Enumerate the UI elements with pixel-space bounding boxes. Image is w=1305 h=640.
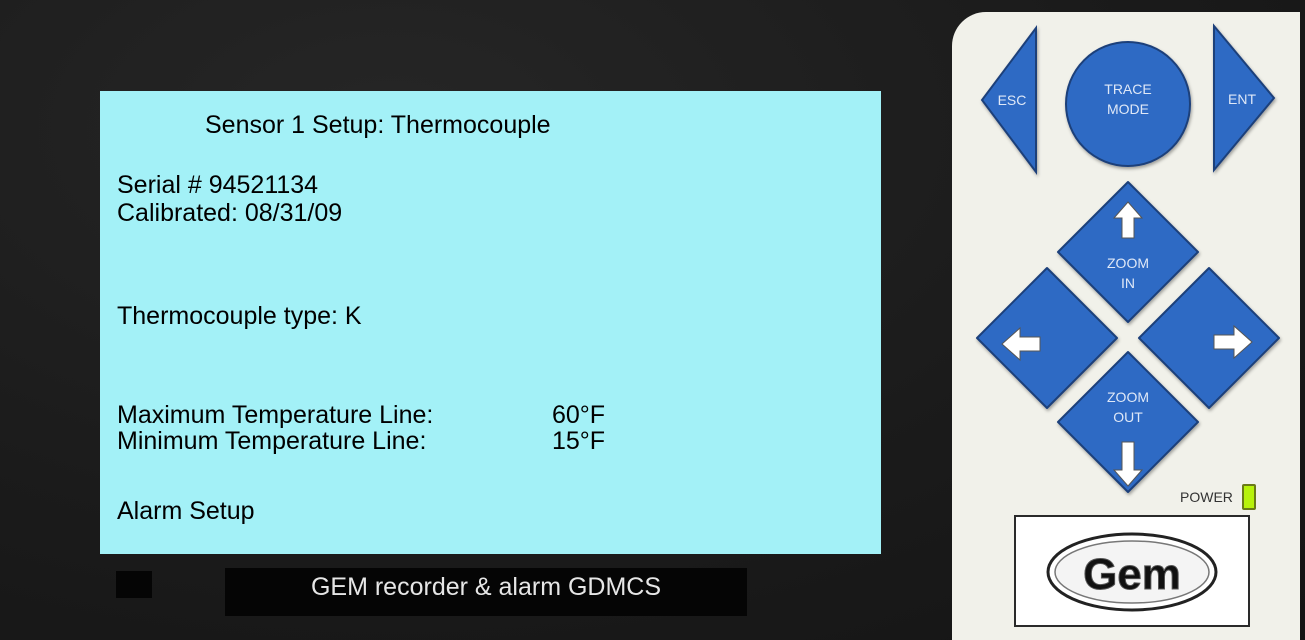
- max-temperature-value: 60°F: [552, 401, 606, 429]
- calibrated-date: Calibrated: 08/31/09: [117, 199, 343, 227]
- ent-label: ENT: [1228, 91, 1256, 107]
- device-model-label: GEM recorder & alarm GDMCS: [225, 568, 747, 616]
- zoom-in-label-line2: IN: [1121, 275, 1135, 291]
- ent-button[interactable]: ENT: [1213, 23, 1276, 173]
- gem-logo: Gem: [1046, 532, 1218, 612]
- trace-mode-button[interactable]: TRACE MODE: [1065, 41, 1191, 167]
- zoom-out-label-line1: ZOOM: [1107, 389, 1149, 405]
- min-temperature-label: Minimum Temperature Line:: [117, 427, 427, 455]
- esc-label: ESC: [998, 92, 1027, 108]
- alarm-setup-item[interactable]: Alarm Setup: [117, 498, 255, 524]
- keypad-panel: ESC TRACE MODE ENT ZOOM IN ZOOM OUT POWE…: [952, 12, 1300, 640]
- min-temperature-value: 15°F: [552, 427, 606, 455]
- trace-mode-label-line2: MODE: [1107, 101, 1149, 117]
- esc-button[interactable]: ESC: [980, 25, 1037, 175]
- serial-number: Serial # 94521134: [117, 171, 319, 199]
- lcd-screen: Sensor 1 Setup: Thermocouple Serial # 94…: [100, 91, 881, 554]
- screen-title: Sensor 1 Setup: Thermocouple: [205, 111, 551, 139]
- thermocouple-type[interactable]: Thermocouple type: K: [117, 303, 362, 329]
- power-label: POWER: [1180, 489, 1233, 505]
- trace-mode-label-line1: TRACE: [1104, 81, 1151, 97]
- max-temperature-label: Maximum Temperature Line:: [117, 401, 434, 429]
- gem-logo-plate: Gem: [1014, 515, 1250, 627]
- zoom-in-label-line1: ZOOM: [1107, 255, 1149, 271]
- power-led-indicator: [1242, 484, 1256, 510]
- svg-text:Gem: Gem: [1083, 550, 1181, 599]
- zoom-out-label-line2: OUT: [1113, 409, 1143, 425]
- device-bezel: Sensor 1 Setup: Thermocouple Serial # 94…: [0, 0, 1305, 640]
- status-indicator: [116, 571, 152, 598]
